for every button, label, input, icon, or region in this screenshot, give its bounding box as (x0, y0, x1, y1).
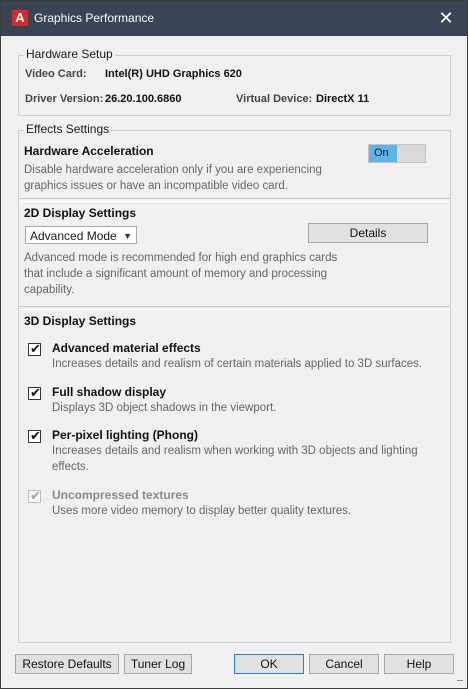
per-pixel-lighting-desc-line1: Increases details and realism when worki… (52, 445, 418, 457)
restore-defaults-button[interactable]: Restore Defaults (15, 654, 119, 674)
hardware-acceleration-desc-line1: Disable hardware acceleration only if yo… (24, 164, 322, 176)
full-shadow-display-desc: Displays 3D object shadows in the viewpo… (52, 402, 277, 414)
driver-version-value: 26.20.100.6860 (105, 93, 182, 105)
display-2d-desc-line2: that include a significant amount of mem… (24, 268, 327, 280)
option-advanced-material-effects: ✔ Advanced material effects Increases de… (19, 341, 450, 377)
hardware-setup-title: Hardware Setup (24, 47, 115, 61)
resize-grip[interactable] (457, 680, 463, 681)
display-2d-title: 2D Display Settings (24, 206, 137, 220)
per-pixel-lighting-desc-line2: effects. (52, 461, 89, 473)
option-per-pixel-lighting: ✔ Per-pixel lighting (Phong) Increases d… (19, 428, 450, 478)
effects-settings-group: Effects Settings Hardware Acceleration O… (18, 122, 451, 643)
hardware-acceleration-desc-line2: graphics issues or have an incompatible … (24, 180, 289, 192)
display-2d-desc-line1: Advanced mode is recommended for high en… (24, 252, 338, 264)
section-divider (19, 306, 450, 310)
advanced-material-effects-checkbox[interactable]: ✔ (28, 341, 41, 356)
display-3d-title: 3D Display Settings (24, 314, 137, 328)
video-card-value: Intel(R) UHD Graphics 620 (105, 68, 242, 80)
per-pixel-lighting-label: Per-pixel lighting (Phong) (52, 428, 198, 442)
close-button[interactable]: ✕ (435, 7, 457, 29)
ok-button[interactable]: OK (234, 654, 304, 674)
title-bar[interactable]: A Graphics Performance ✕ (1, 1, 467, 36)
tuner-log-button[interactable]: Tuner Log (124, 654, 192, 674)
effects-settings-title: Effects Settings (24, 122, 112, 136)
advanced-material-effects-label: Advanced material effects (52, 341, 201, 355)
hardware-acceleration-title: Hardware Acceleration (24, 144, 154, 158)
video-card-label: Video Card: (25, 68, 87, 80)
display-mode-value: Advanced Mode (30, 229, 117, 243)
full-shadow-display-checkbox[interactable]: ✔ (28, 385, 41, 400)
window-title: Graphics Performance (34, 11, 155, 25)
display-2d-desc-line3: capability. (24, 284, 75, 296)
virtual-device-value: DirectX 11 (316, 93, 370, 105)
check-icon: ✔ (30, 428, 41, 443)
display-mode-dropdown[interactable]: Advanced Mode ▼ (25, 226, 137, 244)
advanced-material-effects-desc: Increases details and realism of certain… (52, 358, 423, 370)
hardware-setup-group: Hardware Setup Video Card: Intel(R) UHD … (18, 47, 451, 116)
check-icon: ✔ (30, 385, 41, 400)
full-shadow-display-label: Full shadow display (52, 385, 167, 399)
cancel-button[interactable]: Cancel (309, 654, 379, 674)
help-button[interactable]: Help (384, 654, 454, 674)
uncompressed-textures-checkbox: ✔ (28, 488, 41, 503)
details-button[interactable]: Details (308, 223, 428, 243)
chevron-down-icon: ▼ (123, 231, 132, 241)
uncompressed-textures-label: Uncompressed textures (52, 488, 189, 502)
autocad-logo-icon: A (12, 10, 28, 26)
hardware-acceleration-toggle[interactable]: On (368, 144, 426, 163)
graphics-performance-dialog: A Graphics Performance ✕ Hardware Setup … (0, 0, 468, 689)
virtual-device-label: Virtual Device: (236, 93, 313, 105)
option-full-shadow-display: ✔ Full shadow display Displays 3D object… (19, 385, 450, 421)
option-uncompressed-textures: ✔ Uncompressed textures Uses more video … (19, 488, 450, 524)
per-pixel-lighting-checkbox[interactable]: ✔ (28, 428, 41, 443)
check-icon: ✔ (30, 341, 41, 356)
display-2d-section: 2D Display Settings Advanced Mode ▼ Deta… (19, 201, 450, 306)
driver-version-label: Driver Version: (25, 93, 104, 105)
uncompressed-textures-desc: Uses more video memory to display better… (52, 505, 352, 517)
check-icon: ✔ (30, 488, 41, 503)
toggle-on-label: On (369, 145, 397, 162)
